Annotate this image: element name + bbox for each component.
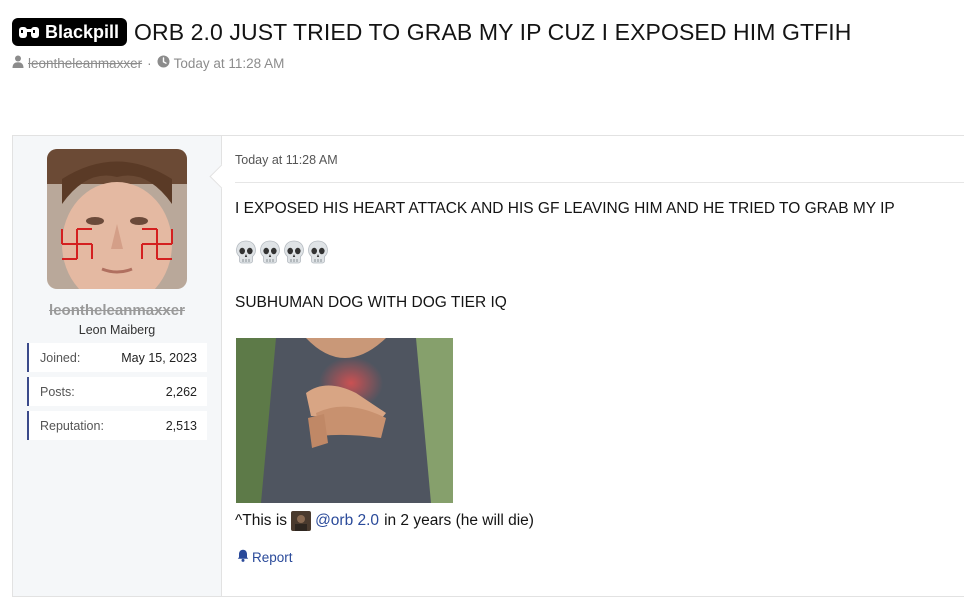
user-title: Leon Maiberg [78, 323, 156, 337]
prefix-badge[interactable]: Blackpill [12, 18, 128, 46]
caption-prefix: ^This is [235, 512, 288, 529]
meta-separator: · [147, 55, 152, 71]
skull-icon [307, 240, 329, 264]
post-image[interactable] [236, 338, 453, 503]
post-date[interactable]: Today at 11:28 AM [235, 153, 338, 167]
stat-label: Reputation: [40, 418, 104, 433]
report-label: Report [252, 549, 293, 565]
user-stats: Joined: May 15, 2023 Posts: 2,262 Reputa… [27, 343, 207, 445]
stat-label: Joined: [40, 350, 81, 365]
stat-reputation: Reputation: 2,513 [27, 411, 207, 440]
thread-header: Blackpill ORB 2.0 JUST TRIED TO GRAB MY … [12, 14, 964, 71]
username[interactable]: leontheleanmaxxer [13, 302, 221, 319]
report-button[interactable]: Report [237, 549, 293, 565]
post-content: Today at 11:28 AM I EXPOSED HIS HEART AT… [235, 136, 964, 596]
prefix-label: Blackpill [45, 21, 120, 42]
post-text-line-2: SUBHUMAN DOG WITH DOG TIER IQ [235, 294, 507, 311]
post-user-sidebar: leontheleanmaxxer Leon Maiberg Joined: M… [13, 136, 234, 596]
clock-icon [157, 55, 174, 71]
post-text-line-1: I EXPOSED HIS HEART ATTACK AND HIS GF LE… [235, 200, 895, 217]
skull-icon [259, 240, 281, 264]
title-row: Blackpill ORB 2.0 JUST TRIED TO GRAB MY … [12, 14, 964, 50]
post-caption: ^This is @orb 2.0 in 2 years (he will di… [235, 511, 534, 531]
stat-value: 2,513 [165, 418, 197, 433]
skull-icon [235, 240, 257, 264]
skull-icon [283, 240, 305, 264]
avatar[interactable] [47, 149, 187, 289]
post: leontheleanmaxxer Leon Maiberg Joined: M… [12, 135, 964, 597]
bell-icon [237, 549, 252, 565]
thread-date[interactable]: Today at 11:28 AM [174, 56, 285, 71]
stat-value[interactable]: 2,262 [166, 385, 197, 399]
glasses-icon [18, 24, 40, 40]
skull-emoji-row [235, 240, 329, 264]
user-mention-link[interactable]: @orb 2.0 [315, 512, 379, 530]
post-divider [235, 182, 964, 183]
mention-avatar[interactable] [291, 511, 312, 531]
caption-suffix: in 2 years (he will die) [384, 512, 534, 529]
stat-posts: Posts: 2,262 [27, 377, 207, 406]
stat-value: May 15, 2023 [121, 350, 197, 365]
thread-meta: leontheleanmaxxer · Today at 11:28 AM [12, 55, 964, 71]
user-icon [12, 55, 28, 71]
stat-joined: Joined: May 15, 2023 [27, 343, 207, 372]
thread-author[interactable]: leontheleanmaxxer [28, 56, 142, 71]
sidebar-arrow [209, 164, 234, 189]
thread-title: ORB 2.0 JUST TRIED TO GRAB MY IP CUZ I E… [134, 18, 852, 45]
stat-label: Posts: [40, 384, 75, 399]
